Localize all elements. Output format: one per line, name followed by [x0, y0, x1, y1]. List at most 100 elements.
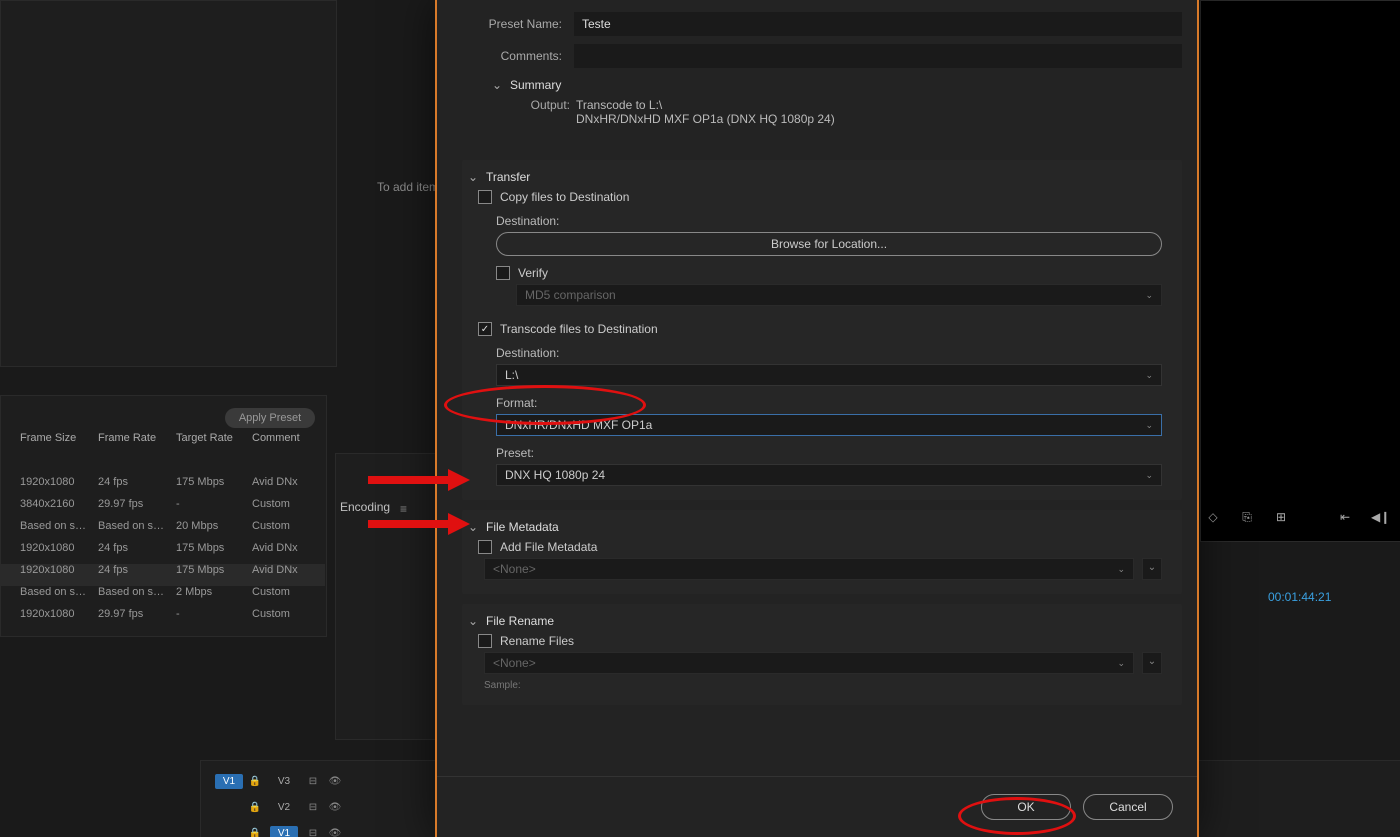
summary-output-line2: DNxHR/DNxHD MXF OP1a (DNX HQ 1080p 24) [576, 112, 1182, 126]
summary-title: Summary [510, 78, 561, 92]
checkbox-checked-icon[interactable] [478, 322, 492, 336]
copy-files-label: Copy files to Destination [500, 190, 629, 204]
copy-files-checkbox-row[interactable]: Copy files to Destination [478, 190, 1168, 204]
chevron-down-icon: ⌄ [468, 170, 480, 184]
verify-checkbox-row[interactable]: Verify [496, 266, 1168, 280]
program-monitor [1200, 0, 1400, 542]
chevron-down-icon: ⌄ [1145, 420, 1153, 431]
lock-icon[interactable]: 🔒 [248, 776, 262, 787]
metadata-new-button: ⌄ [1142, 558, 1162, 580]
toggle-output-icon[interactable]: 👁 [328, 802, 342, 813]
chevron-down-icon: ⌄ [1145, 290, 1153, 301]
table-row[interactable]: Based on s…Based on s…2 MbpsCustom [0, 586, 325, 608]
chevron-down-icon: ⌄ [1145, 470, 1153, 481]
lock-icon[interactable]: 🔒 [248, 828, 262, 837]
rename-files-label: Rename Files [500, 634, 574, 648]
presets-table-header: Frame Size Frame Rate Target Rate Commen… [0, 432, 325, 450]
add-metadata-label: Add File Metadata [500, 540, 597, 554]
preset-name-label: Preset Name: [462, 17, 562, 31]
format-dropdown[interactable]: DNxHR/DNxHD MXF OP1a⌄ [496, 414, 1162, 436]
rename-files-checkbox-row[interactable]: Rename Files [478, 634, 1168, 648]
step-back-icon[interactable]: ◀❙ [1371, 510, 1387, 525]
verify-method-dropdown: MD5 comparison⌄ [516, 284, 1162, 306]
summary-output-line1: Transcode to L:\ [576, 98, 662, 112]
file-rename-section: ⌄ File Rename Rename Files <None>⌄ ⌄ Sam… [462, 604, 1182, 705]
rename-preset-dropdown: <None>⌄ [484, 652, 1134, 674]
table-row[interactable]: 1920x108024 fps175 MbpsAvid DNx [0, 564, 325, 586]
table-row[interactable]: 1920x108024 fps175 MbpsAvid DNx [0, 542, 325, 564]
chevron-down-icon: ⌄ [1117, 564, 1125, 575]
preset-label: Preset: [496, 446, 1168, 460]
checkbox-unchecked-icon[interactable] [478, 634, 492, 648]
sync-lock-icon[interactable]: ⊟ [306, 776, 320, 787]
file-metadata-title: File Metadata [486, 520, 559, 534]
transfer-title: Transfer [486, 170, 530, 184]
preset-dropdown[interactable]: DNX HQ 1080p 24⌄ [496, 464, 1162, 486]
apply-preset-button[interactable]: Apply Preset [225, 408, 315, 428]
source-track-label[interactable]: V1 [215, 774, 243, 789]
track-label[interactable]: V3 [270, 774, 298, 789]
rename-sample-label: Sample: [484, 680, 1168, 691]
file-metadata-header[interactable]: ⌄ File Metadata [468, 520, 1168, 534]
encoding-panel-title: Encoding [340, 500, 390, 514]
col-comment: Comment [252, 432, 300, 444]
chevron-down-icon: ⌄ [492, 78, 504, 92]
project-panel [0, 0, 337, 367]
marker-icon[interactable]: ◇ [1205, 510, 1221, 525]
transcode-label: Transcode files to Destination [500, 322, 658, 336]
encoding-panel [335, 453, 437, 740]
metadata-preset-dropdown: <None>⌄ [484, 558, 1134, 580]
comments-label: Comments: [462, 49, 562, 63]
file-rename-header[interactable]: ⌄ File Rename [468, 614, 1168, 628]
player-controls: ◇ ⎘ ⊞ ⇤ ◀❙ ▶ [1205, 510, 1400, 525]
preset-name-input[interactable] [574, 12, 1182, 36]
browse-location-button[interactable]: Browse for Location... [496, 232, 1162, 256]
chevron-down-icon: ⌄ [1117, 658, 1125, 669]
add-metadata-checkbox-row[interactable]: Add File Metadata [478, 540, 1168, 554]
table-row[interactable]: 3840x216029.97 fps-Custom [0, 498, 325, 520]
checkbox-unchecked-icon[interactable] [496, 266, 510, 280]
col-target-rate: Target Rate [176, 432, 233, 444]
track-label[interactable]: V2 [270, 800, 298, 815]
export-frame-icon[interactable]: ⎘ [1239, 510, 1255, 525]
ok-button[interactable]: OK [981, 794, 1071, 820]
format-label: Format: [496, 396, 1168, 410]
copy-destination-label: Destination: [496, 214, 1168, 228]
toggle-output-icon[interactable]: 👁 [328, 776, 342, 787]
summary-header[interactable]: ⌄ Summary [492, 78, 1182, 92]
transfer-header[interactable]: ⌄ Transfer [468, 170, 1168, 184]
checkbox-unchecked-icon[interactable] [478, 190, 492, 204]
file-rename-title: File Rename [486, 614, 554, 628]
program-timecode: 00:01:44:21 [1268, 590, 1331, 604]
sync-lock-icon[interactable]: ⊟ [306, 802, 320, 813]
chevron-down-icon: ⌄ [468, 614, 480, 628]
chevron-down-icon: ⌄ [468, 520, 480, 534]
toggle-output-icon[interactable]: 👁 [328, 828, 342, 837]
table-row[interactable]: 1920x108024 fps175 MbpsAvid DNx [0, 476, 325, 498]
go-to-in-icon[interactable]: ⇤ [1337, 510, 1353, 525]
lock-icon[interactable]: 🔒 [248, 802, 262, 813]
transcode-destination-dropdown[interactable]: L:\⌄ [496, 364, 1162, 386]
table-row[interactable]: 1920x108029.97 fps-Custom [0, 608, 325, 630]
file-metadata-section: ⌄ File Metadata Add File Metadata <None>… [462, 510, 1182, 594]
transcode-destination-label: Destination: [496, 346, 1168, 360]
panel-menu-icon[interactable]: ≡ [400, 502, 407, 516]
track-label[interactable]: V1 [270, 826, 298, 837]
checkbox-unchecked-icon[interactable] [478, 540, 492, 554]
safe-margins-icon[interactable]: ⊞ [1273, 510, 1289, 525]
transfer-section: ⌄ Transfer Copy files to Destination Des… [462, 160, 1182, 500]
dialog-footer: OK Cancel [437, 776, 1197, 837]
col-frame-size: Frame Size [20, 432, 76, 444]
transcode-checkbox-row[interactable]: Transcode files to Destination [478, 322, 1168, 336]
table-row[interactable]: Based on s…Based on s…20 MbpsCustom [0, 520, 325, 542]
presets-table-body: 1920x108024 fps175 MbpsAvid DNx3840x2160… [0, 476, 325, 630]
cancel-button[interactable]: Cancel [1083, 794, 1173, 820]
rename-new-button: ⌄ [1142, 652, 1162, 674]
col-frame-rate: Frame Rate [98, 432, 156, 444]
ingest-settings-dialog: Preset Name: Comments: ⌄ Summary Output:… [435, 0, 1199, 837]
chevron-down-icon: ⌄ [1145, 370, 1153, 381]
summary-output-label: Output: [522, 98, 570, 112]
comments-input[interactable] [574, 44, 1182, 68]
sync-lock-icon[interactable]: ⊟ [306, 828, 320, 837]
verify-label: Verify [518, 266, 548, 280]
